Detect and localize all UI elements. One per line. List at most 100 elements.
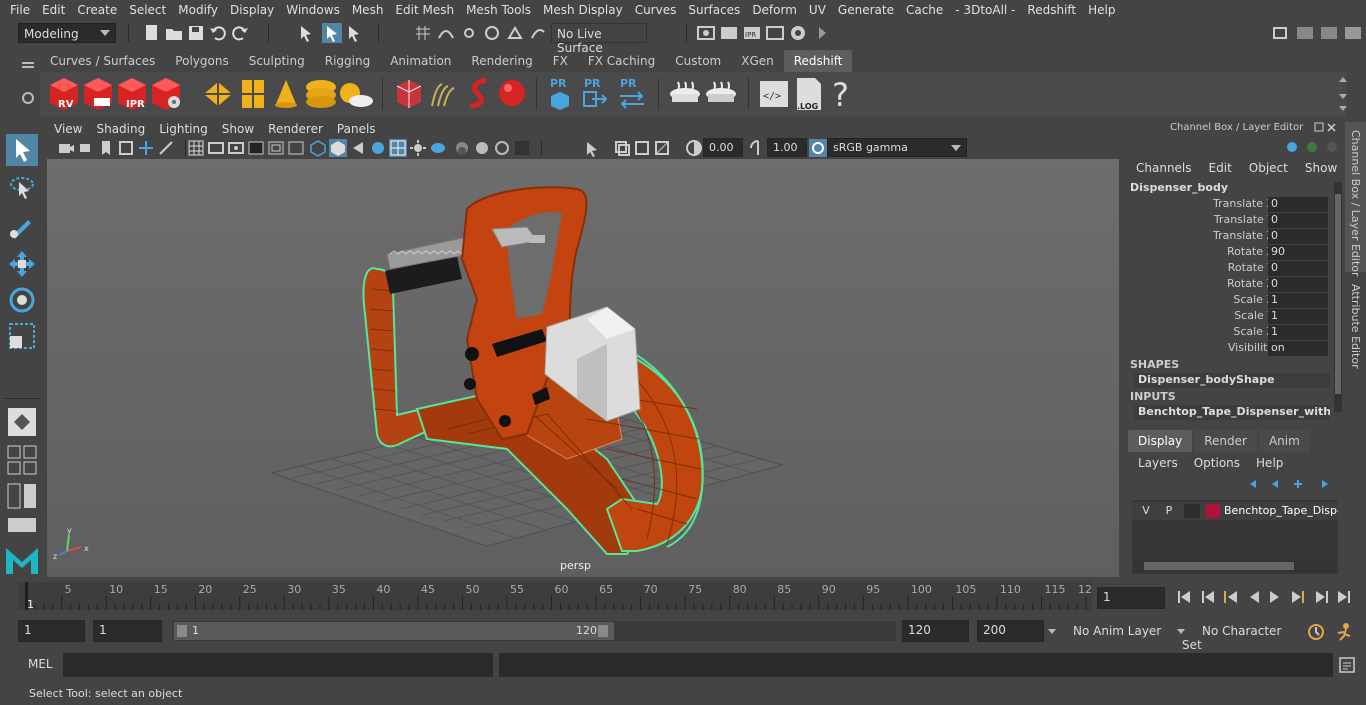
menu-surfaces[interactable]: Surfaces bbox=[682, 3, 746, 17]
snap-view-icon[interactable] bbox=[483, 24, 501, 42]
shelf-tab-polygons[interactable]: Polygons bbox=[165, 50, 238, 72]
current-time-marker[interactable] bbox=[25, 582, 28, 610]
command-input[interactable] bbox=[63, 653, 493, 677]
menu-cache[interactable]: Cache bbox=[900, 3, 949, 17]
last-tool-icon[interactable] bbox=[6, 406, 38, 438]
channel-box-scrollbar[interactable] bbox=[1334, 182, 1342, 412]
menu-deform[interactable]: Deform bbox=[746, 3, 803, 17]
layer-tab-render[interactable]: Render bbox=[1194, 430, 1257, 452]
viewport-menu-show[interactable]: Show bbox=[215, 122, 261, 136]
field-chart-icon[interactable] bbox=[247, 139, 265, 157]
attr-value-field[interactable]: 0 bbox=[1268, 213, 1328, 228]
shelf-tab-custom[interactable]: Custom bbox=[665, 50, 731, 72]
layer-color-swatch[interactable] bbox=[1206, 504, 1220, 518]
log-file-icon[interactable]: .LOG bbox=[794, 76, 824, 112]
workspace-icon[interactable] bbox=[1272, 24, 1290, 42]
shelf-menu-icon[interactable] bbox=[20, 56, 36, 72]
shelf-tab-redshift[interactable]: Redshift bbox=[783, 50, 853, 72]
attr-value-field[interactable]: 1 bbox=[1268, 293, 1328, 308]
shelf-tab-rendering[interactable]: Rendering bbox=[461, 50, 542, 72]
camera-icon[interactable] bbox=[57, 139, 75, 157]
toggle-layout-2-icon[interactable] bbox=[1320, 24, 1338, 42]
layer-row[interactable]: V P Benchtop_Tape_Dispenser bbox=[1132, 502, 1338, 520]
redshift-rv-icon[interactable]: RV bbox=[46, 76, 82, 112]
attr-value-field[interactable]: 0 bbox=[1268, 277, 1328, 292]
script-editor-button-icon[interactable] bbox=[1338, 656, 1356, 674]
motion-blur-icon[interactable] bbox=[473, 139, 491, 157]
mode-dropdown[interactable]: Modeling bbox=[18, 23, 116, 43]
undo-icon[interactable] bbox=[209, 24, 227, 42]
playback-start-field[interactable]: 1 bbox=[93, 620, 162, 642]
menu-windows[interactable]: Windows bbox=[280, 3, 346, 17]
wireframe-icon[interactable] bbox=[309, 139, 327, 157]
layer-name[interactable]: Benchtop_Tape_Dispenser bbox=[1224, 504, 1338, 517]
menu-file[interactable]: File bbox=[4, 3, 36, 17]
new-scene-icon[interactable] bbox=[143, 24, 161, 42]
gate-mask-icon[interactable] bbox=[227, 139, 245, 157]
ambient-occlusion-icon[interactable] bbox=[453, 139, 471, 157]
resolution-gate-icon[interactable] bbox=[207, 139, 225, 157]
layer-tab-display[interactable]: Display bbox=[1128, 430, 1193, 452]
redshift-shader-icon[interactable] bbox=[704, 80, 738, 108]
animation-prefs-icon[interactable] bbox=[1334, 622, 1356, 642]
all-lights-icon[interactable] bbox=[409, 139, 427, 157]
redo-icon[interactable] bbox=[231, 24, 249, 42]
viewport-menu-shading[interactable]: Shading bbox=[89, 122, 152, 136]
layer-buttons[interactable] bbox=[1244, 476, 1336, 492]
menu-edit[interactable]: Edit bbox=[36, 3, 71, 17]
attr-value-field[interactable]: 1 bbox=[1268, 325, 1328, 340]
attr-value-field[interactable]: 0 bbox=[1268, 261, 1328, 276]
live-surface-field[interactable]: No Live Surface bbox=[551, 23, 647, 55]
redshift-settings-icon[interactable] bbox=[148, 76, 184, 112]
bookmark-icon[interactable] bbox=[97, 139, 115, 157]
open-scene-icon[interactable] bbox=[165, 24, 183, 42]
select-component-icon[interactable] bbox=[346, 24, 364, 42]
select-hierarchy-icon[interactable] bbox=[298, 24, 316, 42]
viewport-menu-panels[interactable]: Panels bbox=[330, 122, 383, 136]
gamma-icon[interactable] bbox=[749, 139, 767, 157]
attr-value-field[interactable]: 0 bbox=[1268, 197, 1328, 212]
menu-3dtoall[interactable]: - 3DtoAll - bbox=[949, 3, 1021, 17]
snap-curve-icon[interactable] bbox=[437, 24, 455, 42]
viewport-menu-lighting[interactable]: Lighting bbox=[152, 122, 215, 136]
step-forward-key-icon[interactable] bbox=[1316, 591, 1328, 603]
render-view-icon[interactable] bbox=[697, 24, 715, 42]
redshift-pr-swap-icon[interactable]: PR bbox=[618, 76, 646, 112]
shape-node[interactable]: Dispenser_bodyShape bbox=[1134, 373, 1330, 388]
viewport-persp[interactable]: x y z persp bbox=[47, 159, 1119, 577]
layer-menu-help[interactable]: Help bbox=[1256, 456, 1283, 470]
safe-action-icon[interactable] bbox=[267, 139, 285, 157]
colorspace-dropdown[interactable]: sRGB gamma bbox=[827, 138, 967, 157]
redshift-material-icon[interactable] bbox=[668, 80, 702, 108]
scale-tool-icon[interactable] bbox=[6, 320, 38, 352]
paint-select-tool-icon[interactable] bbox=[6, 210, 38, 242]
image-plane-icon[interactable] bbox=[117, 139, 135, 157]
depth-of-field-icon[interactable] bbox=[513, 139, 531, 157]
wireframe-on-shaded-icon[interactable] bbox=[389, 139, 407, 157]
lasso-tool-icon[interactable] bbox=[6, 172, 38, 204]
default-lighting-icon[interactable] bbox=[349, 139, 367, 157]
time-slider[interactable]: 1 5 10 15 20 25 30 35 40 45 50 55 60 65 70 75 80 85 90 95 10… bbox=[18, 582, 1092, 611]
anim-layer-dropdown[interactable]: No Anim Layer bbox=[1048, 621, 1188, 643]
layout-outliner-icon[interactable] bbox=[6, 482, 38, 510]
toggle-layout-icon[interactable] bbox=[1296, 24, 1314, 42]
shelf-tab-curves-surfaces[interactable]: Curves / Surfaces bbox=[40, 50, 165, 72]
go-to-end-icon[interactable] bbox=[1338, 591, 1350, 603]
layout-single-icon[interactable] bbox=[6, 516, 38, 534]
shelf-scroll-icon[interactable] bbox=[1338, 74, 1348, 114]
shadows-icon[interactable] bbox=[429, 139, 447, 157]
select-object-icon[interactable] bbox=[322, 23, 342, 43]
xray-icon[interactable] bbox=[613, 139, 631, 157]
redshift-curve-icon[interactable] bbox=[464, 76, 494, 110]
range-slider[interactable]: 1 120 bbox=[172, 621, 896, 641]
grid-toggle-icon[interactable] bbox=[137, 139, 155, 157]
menu-mesh[interactable]: Mesh bbox=[346, 3, 390, 17]
end-frame-field[interactable]: 200 bbox=[977, 620, 1044, 642]
redshift-ipr-icon[interactable]: IPR bbox=[114, 76, 150, 112]
toggle-layout-3-icon[interactable] bbox=[1344, 24, 1362, 42]
auto-key-icon[interactable] bbox=[1306, 622, 1326, 642]
viewport-menu-renderer[interactable]: Renderer bbox=[261, 122, 330, 136]
exposure-field[interactable]: 0.00 bbox=[703, 138, 743, 157]
make-live-icon[interactable] bbox=[529, 24, 547, 42]
hypershade-icon[interactable] bbox=[789, 24, 807, 42]
